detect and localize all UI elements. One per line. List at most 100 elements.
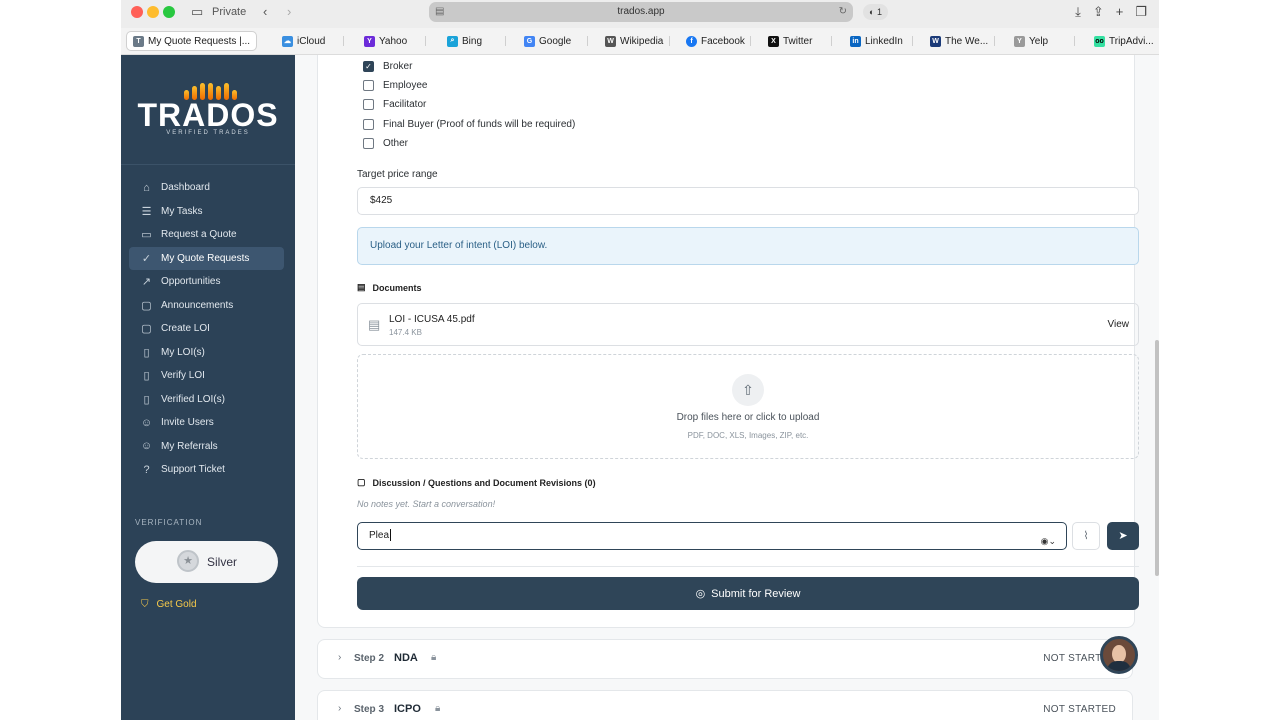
step-number: Step 2 xyxy=(354,653,385,664)
send-message-button[interactable]: ➤ xyxy=(1107,522,1139,550)
sidebar-item-my-tasks[interactable]: ☰ My Tasks xyxy=(129,200,284,224)
favorite-label: Google xyxy=(539,35,572,47)
reload-icon[interactable]: ↻ xyxy=(839,2,847,22)
checkbox-checked-icon[interactable]: ✓ xyxy=(363,61,374,72)
favorite-google[interactable]: G Google xyxy=(524,33,571,49)
role-option-final-buyer[interactable]: Final Buyer (Proof of funds will be requ… xyxy=(363,119,575,130)
role-option-employee[interactable]: Employee xyxy=(363,80,427,91)
download-icon[interactable]: ⤓ xyxy=(1075,4,1081,20)
sidebar-item-label: My Quote Requests xyxy=(161,252,250,264)
logo-wordmark[interactable]: TRADOS xyxy=(121,97,295,134)
extension-count: 1 xyxy=(876,7,882,17)
page-settings-icon[interactable]: ▤ xyxy=(435,2,444,22)
sidebar-item-opportunities[interactable]: ↗ Opportunities xyxy=(129,270,284,294)
attach-file-button[interactable]: ⌇ xyxy=(1072,522,1100,550)
forward-icon[interactable]: › xyxy=(287,4,291,19)
extension-badge[interactable]: ◐ 1 xyxy=(863,4,888,20)
checkbox-icon[interactable] xyxy=(363,80,374,91)
clipboard-check-icon: ✓ xyxy=(141,252,152,265)
tripadvisor-icon: oo xyxy=(1094,35,1105,47)
twitter-icon: X xyxy=(768,35,779,47)
support-chat-avatar[interactable] xyxy=(1100,636,1138,674)
back-icon[interactable]: ‹ xyxy=(263,4,267,19)
favorite-yelp[interactable]: Y Yelp xyxy=(1014,33,1048,49)
sidebar-toggle-icon[interactable]: ▭ xyxy=(191,4,203,20)
role-option-other[interactable]: Other xyxy=(363,138,408,149)
wikipedia-icon: W xyxy=(605,35,616,47)
sidebar-nav: ⌂ Dashboard ☰ My Tasks ▭ Request a Quote ✓ M… xyxy=(129,176,284,482)
file-dropzone[interactable]: ⇧ Drop files here or click to upload PDF… xyxy=(357,354,1139,459)
yahoo-icon: Y xyxy=(364,35,375,47)
document-row: ▤ LOI - ICUSA 45.pdf 147.4 KB View xyxy=(357,303,1139,346)
favorite-bing[interactable]: ⌕ Bing xyxy=(447,33,482,49)
sidebar-item-label: Dashboard xyxy=(161,182,210,194)
sidebar-item-support-ticket[interactable]: ? Support Ticket xyxy=(129,458,284,482)
submit-for-review-button[interactable]: ◎ Submit for Review xyxy=(357,577,1139,610)
sidebar-item-request-quote[interactable]: ▭ Request a Quote xyxy=(129,223,284,247)
file-icon: ▯ xyxy=(143,346,150,359)
sidebar-item-my-referrals[interactable]: ☺ My Referrals xyxy=(129,435,284,459)
role-option-broker[interactable]: ✓ Broker xyxy=(363,61,412,72)
checkbox-icon[interactable] xyxy=(363,119,374,130)
close-window-button[interactable] xyxy=(131,6,143,18)
google-icon: G xyxy=(524,35,535,47)
role-option-facilitator[interactable]: Facilitator xyxy=(363,99,426,110)
view-document-button[interactable]: View xyxy=(1108,319,1130,330)
share-icon[interactable]: ⇪ xyxy=(1093,4,1104,20)
sidebar-item-label: Request a Quote xyxy=(161,229,237,241)
step-3-card[interactable]: › Step 3 ICPO 🔒︎ NOT STARTED xyxy=(317,690,1133,720)
sidebar-item-dashboard[interactable]: ⌂ Dashboard xyxy=(129,176,284,200)
sidebar-item-announcements[interactable]: ▢ Announcements xyxy=(129,294,284,318)
step-name: ICPO xyxy=(394,703,421,715)
sidebar-item-invite-users[interactable]: ☺ Invite Users xyxy=(129,411,284,435)
favorite-tripadvisor[interactable]: oo TripAdvi... xyxy=(1094,33,1154,49)
favorite-wikipedia[interactable]: W Wikipedia xyxy=(605,33,663,49)
target-price-input[interactable]: $425 xyxy=(357,187,1139,215)
favorite-linkedin[interactable]: in LinkedIn xyxy=(850,33,903,49)
sidebar-item-verified-lois[interactable]: ▯ Verified LOI(s) xyxy=(129,388,284,412)
yelp-icon: Y xyxy=(1014,35,1025,47)
task-list-icon: ☰ xyxy=(141,205,152,218)
discussion-heading: ▢ Discussion / Questions and Document Re… xyxy=(357,477,596,488)
step-2-card[interactable]: › Step 2 NDA 🔒︎ NOT STARTED xyxy=(317,639,1133,679)
tab-my-quote-requests[interactable]: T My Quote Requests |... xyxy=(126,31,258,51)
discussion-message-input[interactable]: Plea ◉⌄ xyxy=(357,522,1067,550)
favorite-facebook[interactable]: f Facebook xyxy=(686,33,745,49)
lock-icon: 🔒︎ xyxy=(431,652,437,663)
sidebar-item-my-lois[interactable]: ▯ My LOI(s) xyxy=(129,341,284,365)
role-label: Other xyxy=(383,138,409,149)
dropzone-title: Drop files here or click to upload xyxy=(676,412,820,423)
private-label: Private xyxy=(212,6,247,18)
tab-overview-icon[interactable]: ❐ xyxy=(1135,4,1147,20)
documents-heading: ▤ Documents xyxy=(357,282,422,293)
verification-tier-badge[interactable]: ★ Silver xyxy=(135,541,278,583)
favorite-label: Wikipedia xyxy=(620,35,664,47)
get-gold-link[interactable]: ⛉ Get Gold xyxy=(141,599,197,610)
visibility-dropdown-icon[interactable]: ◉⌄ xyxy=(1041,529,1056,554)
sidebar-item-my-quote-requests[interactable]: ✓ My Quote Requests xyxy=(129,246,284,270)
app-sidebar: TRADOS VERIFIED TRADES ⌂ Dashboard ☰ My Ta… xyxy=(121,55,295,720)
user-plus-icon: ☺ xyxy=(140,416,153,429)
sidebar-item-label: Verify LOI xyxy=(161,370,205,382)
new-tab-icon[interactable]: + xyxy=(1116,4,1124,20)
quote-icon: ▭ xyxy=(141,229,152,242)
favorite-the-weather[interactable]: W The We... xyxy=(930,33,988,49)
file-text-icon: ▤ xyxy=(368,317,381,332)
checkbox-icon[interactable] xyxy=(363,138,374,149)
users-icon: ☺ xyxy=(140,440,153,453)
submit-label: Submit for Review xyxy=(711,587,801,600)
checkbox-icon[interactable] xyxy=(363,99,374,110)
favorite-yahoo[interactable]: Y Yahoo xyxy=(364,33,407,49)
favorite-twitter[interactable]: X Twitter xyxy=(768,33,812,49)
page-scrollbar[interactable] xyxy=(1155,340,1159,576)
bing-icon: ⌕ xyxy=(447,35,458,47)
favorite-icloud[interactable]: ☁ iCloud xyxy=(282,33,325,49)
favorite-label: Facebook xyxy=(701,35,745,47)
sidebar-item-verify-loi[interactable]: ▯ Verify LOI xyxy=(129,364,284,388)
zoom-window-button[interactable] xyxy=(163,6,175,18)
favorite-label: Bing xyxy=(462,35,483,47)
message-square-icon: ▢ xyxy=(141,323,152,336)
sidebar-item-create-loi[interactable]: ▢ Create LOI xyxy=(129,317,284,341)
minimize-window-button[interactable] xyxy=(147,6,159,18)
address-bar[interactable]: ▤ trados.app ↻ xyxy=(429,2,853,22)
